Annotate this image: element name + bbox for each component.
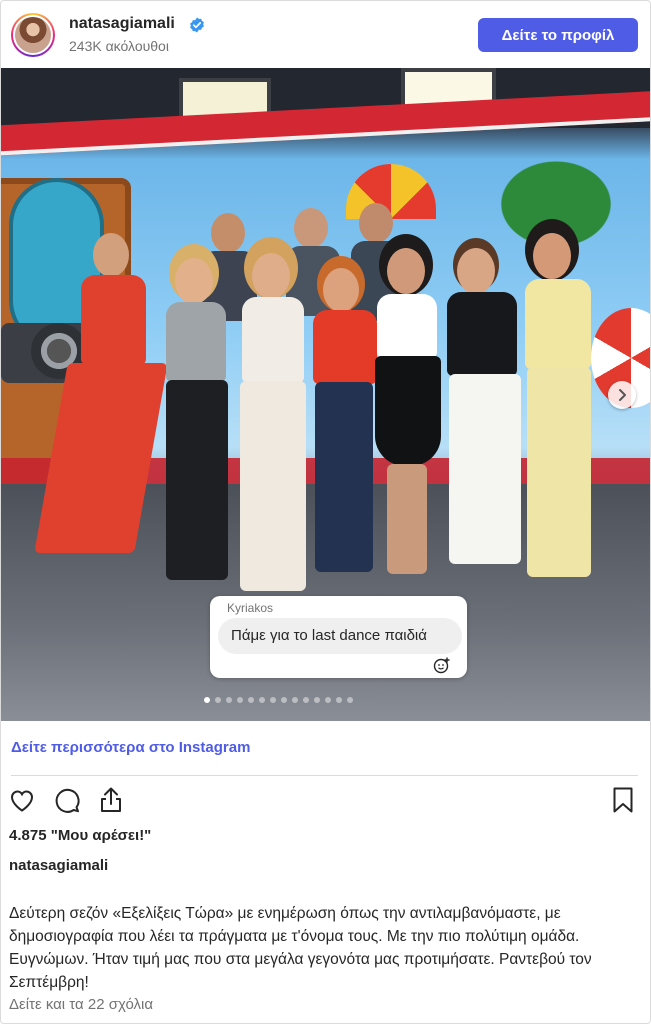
post-caption: Δεύτερη σεζόν «Εξελίξεις Τώρα» με ενημέρ… — [9, 905, 592, 991]
beach-umbrella-graphic — [346, 164, 436, 219]
overlay-comment: Kyriakos Πάμε για το last dance παιδιά — [210, 596, 467, 678]
caption-username[interactable]: natasagiamali — [9, 857, 108, 874]
like-count[interactable]: 4.875 "Μου αρέσει!" — [9, 827, 151, 844]
carousel-dot — [314, 697, 320, 703]
carousel-dot — [270, 697, 276, 703]
carousel-dots — [204, 697, 353, 705]
post-photo[interactable]: Kyriakos Πάμε για το last dance παιδιά — [1, 68, 650, 721]
carousel-dot — [347, 697, 353, 703]
bookmark-icon[interactable] — [608, 785, 638, 815]
carousel-dot — [248, 697, 254, 703]
heart-icon[interactable] — [7, 785, 37, 815]
carousel-dot — [303, 697, 309, 703]
action-bar — [1, 785, 650, 819]
carousel-dot — [237, 697, 243, 703]
follower-count: 243K ακόλουθοι — [69, 38, 169, 54]
carousel-dot — [281, 697, 287, 703]
view-profile-button[interactable]: Δείτε το προφίλ — [478, 18, 638, 52]
emoji-icon — [433, 657, 450, 674]
divider — [11, 775, 638, 776]
view-more-on-instagram-link[interactable]: Δείτε περισσότερα στο Instagram — [11, 739, 250, 756]
carousel-dot — [215, 697, 221, 703]
view-all-comments-link[interactable]: Δείτε και τα 22 σχόλια — [9, 996, 153, 1013]
carousel-dot — [204, 697, 210, 703]
comment-icon[interactable] — [52, 785, 82, 815]
overlay-comment-pill: Πάμε για το last dance παιδιά — [218, 618, 462, 654]
carousel-next-button[interactable] — [608, 381, 636, 409]
carousel-dot — [259, 697, 265, 703]
palm-tree-graphic — [471, 138, 641, 248]
verified-badge-icon — [190, 17, 204, 33]
chevron-right-icon — [619, 389, 626, 401]
carousel-dot — [336, 697, 342, 703]
overlay-comment-text: Πάμε για το last dance παιδιά — [231, 627, 427, 644]
carousel-dot — [325, 697, 331, 703]
overlay-comment-author: Kyriakos — [227, 601, 274, 615]
avatar[interactable] — [11, 13, 55, 57]
header-username[interactable]: natasagiamali — [69, 15, 175, 33]
post-header: natasagiamali 243K ακόλουθοι Δείτε το πρ… — [1, 1, 650, 68]
instagram-embed-card: natasagiamali 243K ακόλουθοι Δείτε το πρ… — [0, 0, 651, 1024]
share-icon[interactable] — [96, 785, 126, 815]
carousel-dot — [226, 697, 232, 703]
carousel-dot — [292, 697, 298, 703]
